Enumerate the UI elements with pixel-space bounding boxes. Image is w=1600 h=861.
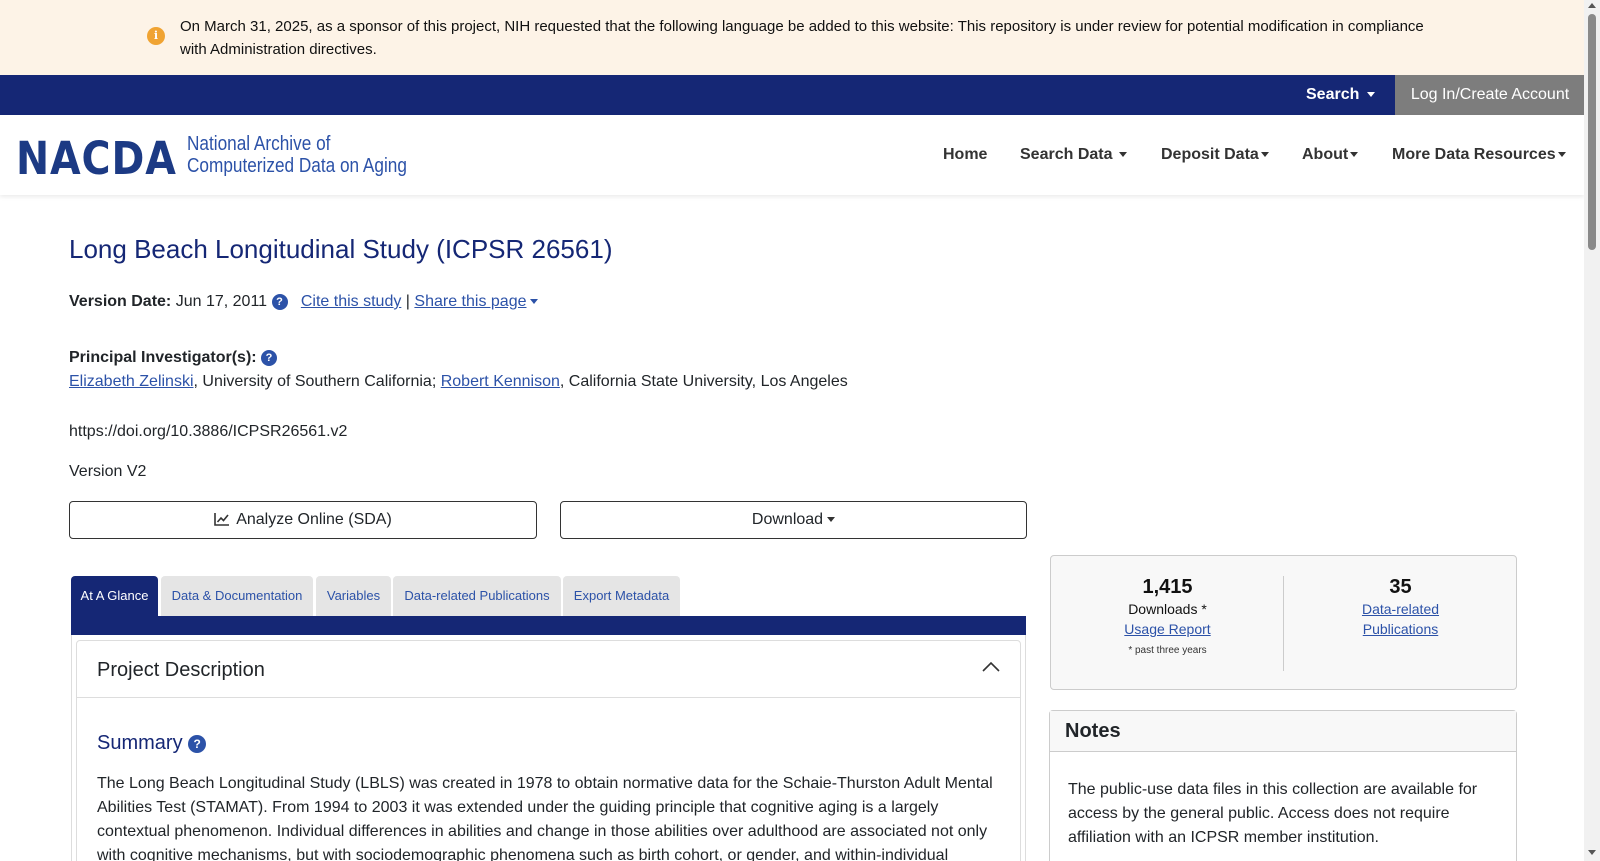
- chevron-up-icon[interactable]: [982, 661, 1000, 673]
- tab-variables[interactable]: Variables: [316, 576, 391, 616]
- share-page-label: Share this page: [414, 293, 527, 310]
- login-button[interactable]: Log In/Create Account: [1395, 75, 1585, 115]
- summary-text: The Long Beach Longitudinal Study (LBLS)…: [97, 775, 993, 861]
- line-chart-icon: [214, 513, 230, 526]
- download-button[interactable]: Download: [560, 501, 1027, 539]
- caret-down-icon: [1118, 152, 1127, 158]
- notes-text: The public-use data files in this collec…: [1068, 781, 1478, 846]
- publications-count: 35: [1389, 576, 1412, 598]
- card-header[interactable]: Project Description: [77, 641, 1020, 698]
- pi-affiliation: , California State University, Los Angel…: [559, 373, 848, 390]
- pi-link-kennison[interactable]: Robert Kennison: [441, 373, 560, 390]
- publications-stat: 35 Data-related Publications: [1284, 576, 1517, 639]
- pi-label-row: Principal Investigator(s): ?: [69, 349, 278, 367]
- nav-search-data-label: Search Data: [1020, 146, 1113, 163]
- pubs-link-line-2: Publications: [1362, 621, 1439, 637]
- main-navbar: NACDA National Archive of Computerized D…: [0, 115, 1584, 195]
- notes-card: Notes The public-use data files in this …: [1049, 710, 1517, 861]
- pi-label: Principal Investigator(s):: [69, 349, 257, 366]
- help-icon[interactable]: ?: [188, 735, 207, 753]
- caret-down-icon: [530, 299, 539, 305]
- search-dropdown[interactable]: Search: [1306, 75, 1376, 115]
- notice-banner: i On March 31, 2025, as a sponsor of thi…: [0, 0, 1584, 75]
- nav-home[interactable]: Home: [943, 115, 987, 195]
- usage-report-link[interactable]: Usage Report: [1124, 621, 1210, 637]
- pi-affiliation: , University of Southern California;: [193, 373, 441, 390]
- nav-more-data-resources[interactable]: More Data Resources: [1392, 115, 1566, 195]
- downloads-label: Downloads *: [1128, 601, 1207, 617]
- nav-deposit-data-label: Deposit Data: [1161, 146, 1259, 163]
- project-description-card: Project Description Summary ? The Long B…: [76, 640, 1021, 861]
- notes-title: Notes: [1050, 711, 1516, 752]
- caret-down-icon: [1350, 152, 1359, 158]
- scroll-down-icon[interactable]: [1588, 850, 1596, 855]
- nav-more-label: More Data Resources: [1392, 146, 1556, 163]
- logo-line-2: Computerized Data on Aging: [187, 155, 407, 177]
- nav-search-data[interactable]: Search Data: [1020, 115, 1127, 195]
- separator: |: [405, 293, 410, 310]
- downloads-count: 1,415: [1142, 576, 1193, 598]
- info-icon: i: [147, 27, 165, 45]
- study-title: Long Beach Longitudinal Study (ICPSR 265…: [69, 234, 613, 264]
- nacda-logo[interactable]: NACDA: [16, 132, 177, 185]
- pubs-link-line-1: Data-related: [1361, 601, 1440, 617]
- card-title: Project Description: [97, 659, 265, 681]
- search-dropdown-label: Search: [1306, 86, 1360, 103]
- nav-about[interactable]: About: [1302, 115, 1359, 195]
- scroll-up-icon[interactable]: [1588, 3, 1596, 8]
- caret-down-icon: [1260, 152, 1269, 158]
- pi-link-zelinski[interactable]: Elizabeth Zelinski: [69, 373, 194, 390]
- version-date: Jun 17, 2011: [175, 293, 268, 310]
- share-page-link[interactable]: Share this page: [414, 293, 526, 310]
- logo-line-1: National Archive of: [187, 133, 331, 155]
- caret-down-icon: [827, 517, 836, 523]
- help-icon[interactable]: ?: [271, 294, 288, 310]
- analyze-online-button[interactable]: Analyze Online (SDA): [69, 501, 537, 539]
- tab-underline-bar: [71, 616, 1026, 635]
- data-related-publications-link[interactable]: Data-related Publications: [1362, 601, 1439, 637]
- scrollbar[interactable]: [1584, 0, 1600, 861]
- tab-export-metadata[interactable]: Export Metadata: [563, 576, 680, 616]
- logo-subtitle[interactable]: National Archive of Computerized Data on…: [187, 133, 407, 177]
- tab-at-a-glance[interactable]: At A Glance: [71, 576, 158, 616]
- tab-data-documentation[interactable]: Data & Documentation: [161, 576, 313, 616]
- nav-about-label: About: [1302, 146, 1349, 163]
- version-date-label: Version Date:: [69, 293, 172, 310]
- scroll-thumb[interactable]: [1588, 14, 1596, 250]
- downloads-stat: 1,415 Downloads * Usage Report * past th…: [1051, 576, 1284, 656]
- analyze-label: Analyze Online (SDA): [236, 511, 392, 528]
- version-line: Version Date: Jun 17, 2011 ? Cite this s…: [69, 293, 539, 311]
- pi-list: Elizabeth Zelinski, University of Southe…: [69, 373, 848, 391]
- help-icon[interactable]: ?: [261, 350, 278, 366]
- caret-down-icon: [1367, 92, 1376, 98]
- summary-title: Summary: [97, 732, 183, 754]
- downloads-note: * past three years: [1128, 645, 1207, 656]
- cite-study-link[interactable]: Cite this study: [301, 293, 401, 310]
- version-label: Version V2: [69, 463, 147, 480]
- summary-heading: Summary ?: [97, 732, 207, 755]
- download-label: Download: [751, 511, 824, 528]
- nav-deposit-data[interactable]: Deposit Data: [1161, 115, 1269, 195]
- banner-text: On March 31, 2025, as a sponsor of this …: [180, 18, 1424, 58]
- tab-data-related-publications[interactable]: Data-related Publications: [393, 576, 561, 616]
- top-utility-bar: Search Log In/Create Account: [0, 75, 1585, 115]
- caret-down-icon: [1557, 152, 1566, 158]
- stats-box: 1,415 Downloads * Usage Report * past th…: [1050, 555, 1517, 690]
- doi: https://doi.org/10.3886/ICPSR26561.v2: [69, 423, 348, 440]
